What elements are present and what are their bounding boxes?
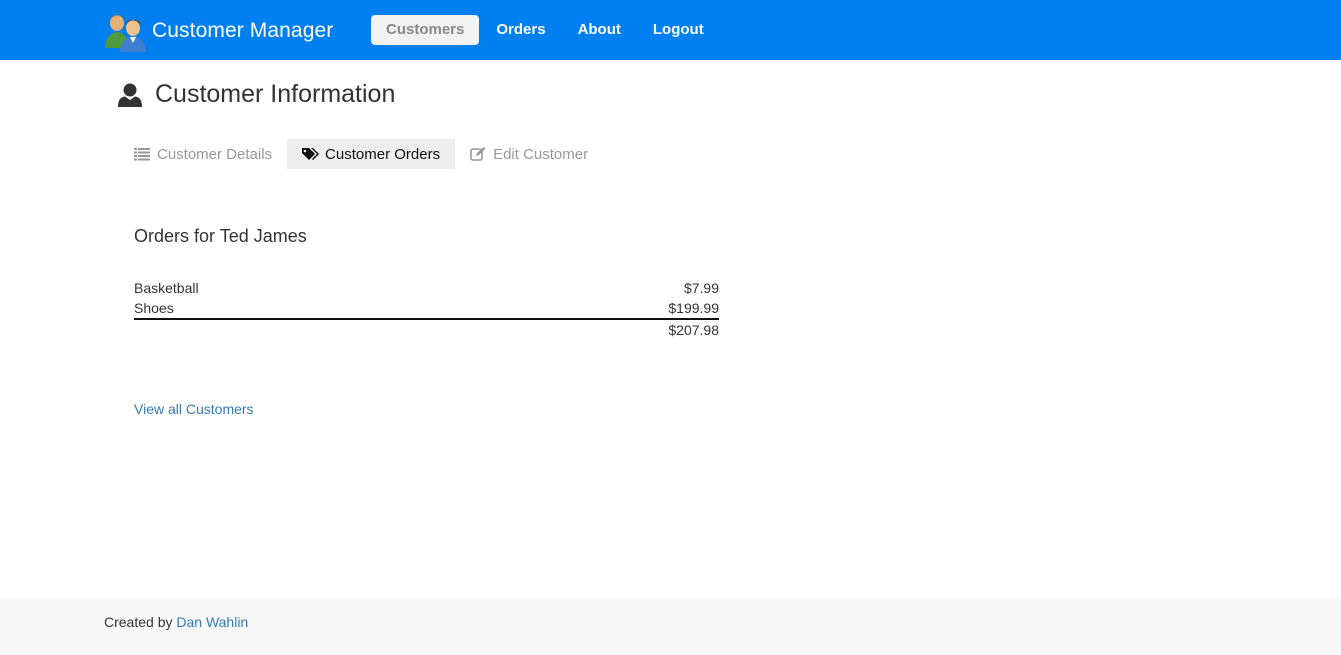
user-icon bbox=[117, 82, 143, 108]
nav-about[interactable]: About bbox=[578, 15, 621, 45]
nav-logout[interactable]: Logout bbox=[653, 15, 704, 45]
nav-orders[interactable]: Orders bbox=[496, 15, 545, 45]
brand[interactable]: Customer Manager bbox=[104, 10, 333, 52]
order-price: $7.99 bbox=[683, 280, 719, 296]
tab-customer-details[interactable]: Customer Details bbox=[119, 139, 287, 169]
edit-icon bbox=[470, 147, 486, 161]
author-link[interactable]: Dan Wahlin bbox=[176, 614, 248, 630]
list-icon bbox=[134, 147, 150, 161]
orders-table: Basketball $7.99 Shoes $199.99 $207.98 bbox=[134, 279, 719, 341]
customers-logo-icon bbox=[104, 10, 150, 52]
order-row: Shoes $199.99 bbox=[134, 299, 719, 320]
order-price: $199.99 bbox=[668, 300, 719, 316]
order-product: Basketball bbox=[134, 280, 199, 296]
footer-credit: Created by Dan Wahlin bbox=[104, 614, 248, 630]
customer-tabs: Customer Details Customer Orders Edit Cu… bbox=[119, 139, 603, 169]
nav-customers[interactable]: Customers bbox=[371, 15, 480, 45]
tags-icon bbox=[302, 147, 320, 161]
tab-label: Customer Details bbox=[157, 145, 273, 163]
orders-heading: Orders for Ted James bbox=[134, 226, 307, 246]
page-title-text: Customer Information bbox=[155, 80, 396, 108]
order-product: Shoes bbox=[134, 300, 174, 316]
view-all-customers-link[interactable]: View all Customers bbox=[134, 401, 254, 417]
tab-customer-orders[interactable]: Customer Orders bbox=[287, 139, 456, 169]
footer: Created by Dan Wahlin bbox=[0, 598, 1341, 655]
page-title: Customer Information bbox=[117, 80, 395, 109]
tab-label: Edit Customer bbox=[493, 145, 589, 163]
order-row: Basketball $7.99 bbox=[134, 279, 719, 299]
top-navbar: Customer Manager Customers Orders About … bbox=[0, 0, 1341, 60]
order-total: $207.98 bbox=[668, 322, 719, 338]
tab-label: Customer Orders bbox=[325, 145, 441, 163]
main-nav: Customers Orders About Logout bbox=[371, 15, 736, 45]
footer-prefix: Created by bbox=[104, 614, 173, 630]
order-total-row: $207.98 bbox=[134, 320, 719, 341]
tab-edit-customer[interactable]: Edit Customer bbox=[455, 139, 603, 169]
brand-title: Customer Manager bbox=[152, 19, 334, 42]
